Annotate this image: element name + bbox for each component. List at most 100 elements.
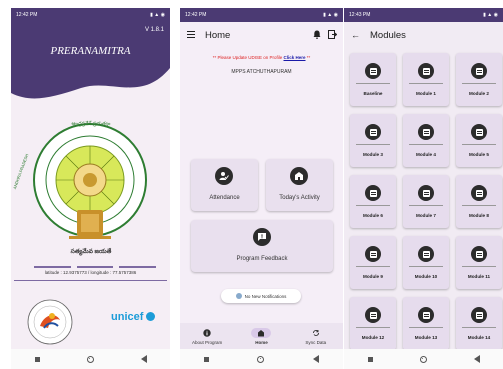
system-nav-bar	[344, 349, 503, 369]
module-book-icon	[365, 63, 381, 79]
module-book-icon	[471, 246, 487, 262]
status-time: 12:43 PM	[349, 12, 371, 18]
back-triangle-icon[interactable]	[140, 355, 147, 363]
home-circle-icon[interactable]	[257, 355, 265, 363]
school-name: MPPS ATCHUTHAPURAM	[231, 69, 292, 75]
todays-activity-label: Today's Activity	[279, 195, 320, 201]
module-label: Module 8	[469, 213, 489, 218]
attendance-card[interactable]: Attendance	[191, 159, 258, 211]
divider	[356, 144, 390, 145]
click-here-link[interactable]: Click Here	[284, 55, 306, 60]
module-card[interactable]: Module 1	[403, 53, 449, 106]
system-nav-bar	[11, 349, 170, 369]
back-arrow-icon[interactable]: ←	[351, 30, 360, 40]
status-time: 12:42 PM	[16, 12, 38, 18]
page-title: Home	[205, 30, 231, 41]
nav-sync-label: Sync Data	[305, 339, 327, 345]
module-card[interactable]: Module 13	[403, 297, 449, 350]
recents-icon[interactable]	[204, 356, 210, 362]
recents-icon[interactable]	[367, 356, 373, 362]
logout-icon[interactable]	[328, 30, 337, 39]
home-screen: 12:42 PM ▮ ▲ ◉ Home ** Please Update UDI…	[180, 8, 343, 369]
module-card[interactable]: Module 9	[350, 236, 396, 289]
bell-icon[interactable]	[313, 30, 321, 39]
module-book-icon	[471, 124, 487, 140]
location-text: latitude : 12.9375773 / longitude : 77.5…	[44, 270, 137, 275]
module-card[interactable]: Module 3	[350, 114, 396, 167]
module-book-icon	[418, 246, 434, 262]
status-bar: 12:42 PM ▮ ▲ ◉	[11, 8, 170, 22]
recents-icon[interactable]	[34, 356, 40, 362]
divider	[409, 83, 443, 84]
nav-about-program[interactable]: About Program	[182, 328, 232, 345]
attendance-label: Attendance	[209, 195, 240, 201]
status-icons: ▮ ▲ ◉	[483, 12, 498, 18]
andhra-pradesh-emblem-icon	[33, 123, 147, 239]
sync-icon	[306, 328, 326, 338]
home-circle-icon[interactable]	[419, 355, 427, 363]
module-book-icon	[365, 185, 381, 201]
status-icons: ▮ ▲ ◉	[323, 12, 338, 18]
module-card[interactable]: Module 6	[350, 175, 396, 228]
back-triangle-icon[interactable]	[473, 355, 480, 363]
todays-activity-card[interactable]: Today's Activity	[266, 159, 333, 211]
home-icon	[251, 327, 272, 338]
module-book-icon	[418, 124, 434, 140]
nav-sync-data[interactable]: Sync Data	[291, 328, 341, 345]
divider	[409, 144, 443, 145]
activity-icon	[290, 167, 308, 185]
home-circle-icon[interactable]	[86, 355, 94, 363]
info-icon	[197, 328, 217, 338]
unicef-logo: unicef	[111, 311, 156, 323]
module-label: Module 10	[414, 274, 438, 279]
module-label: Module 3	[363, 152, 383, 157]
emblem-motto: సత్యమేవ జయతే	[70, 249, 112, 255]
divider	[356, 83, 390, 84]
module-label: Module 14	[467, 335, 491, 340]
page-title: Modules	[370, 30, 406, 41]
nav-home-label: Home	[255, 339, 268, 345]
udise-update-banner: ** Please Update UDISE on Profile Click …	[180, 55, 343, 60]
module-card[interactable]: Module 8	[456, 175, 502, 228]
system-nav-bar	[180, 349, 343, 369]
module-card[interactable]: Module 11	[456, 236, 502, 289]
module-card[interactable]: Module 14	[456, 297, 502, 350]
divider	[356, 266, 390, 267]
module-card[interactable]: Module 7	[403, 175, 449, 228]
module-book-icon	[365, 307, 381, 323]
divider	[14, 280, 167, 281]
emblem-top-text: ఆంధ్రప్రదేశ్ ప్రభుత్వం	[71, 121, 111, 127]
toast-text: No New Notifications	[244, 293, 287, 299]
module-book-icon	[418, 185, 434, 201]
divider	[462, 144, 496, 145]
module-card[interactable]: Module 2	[456, 53, 502, 106]
status-time: 12:42 PM	[185, 12, 207, 18]
program-feedback-card[interactable]: Program Feedback	[191, 220, 333, 272]
notification-toast: No New Notifications	[221, 289, 301, 303]
module-card[interactable]: Module 5	[456, 114, 502, 167]
divider	[356, 205, 390, 206]
module-book-icon	[365, 246, 381, 262]
module-label: Module 1	[416, 91, 436, 96]
nav-home[interactable]: Home	[236, 327, 286, 345]
module-book-icon	[418, 63, 434, 79]
nav-about-label: About Program	[192, 339, 223, 345]
bottom-navigation: About Program Home Sync Data	[180, 323, 343, 349]
divider	[356, 327, 390, 328]
module-card[interactable]: Baseline	[350, 53, 396, 106]
app-title: PRERANAMITRA	[50, 45, 131, 57]
menu-icon[interactable]	[187, 31, 195, 38]
module-card[interactable]: Module 12	[350, 297, 396, 350]
back-triangle-icon[interactable]	[312, 355, 319, 363]
update-message: ** Please Update UDISE on Profile	[212, 55, 283, 60]
update-suffix: **	[306, 55, 311, 60]
module-card[interactable]: Module 4	[403, 114, 449, 167]
module-label: Module 9	[363, 274, 383, 279]
unicef-globe-icon	[146, 312, 156, 321]
progress-bars	[34, 266, 157, 268]
module-label: Module 6	[363, 213, 383, 218]
modules-grid: Baseline Module 1 Module 2 Module 3 Module 4…	[350, 53, 502, 350]
divider	[462, 266, 496, 267]
module-book-icon	[365, 124, 381, 140]
module-card[interactable]: Module 10	[403, 236, 449, 289]
